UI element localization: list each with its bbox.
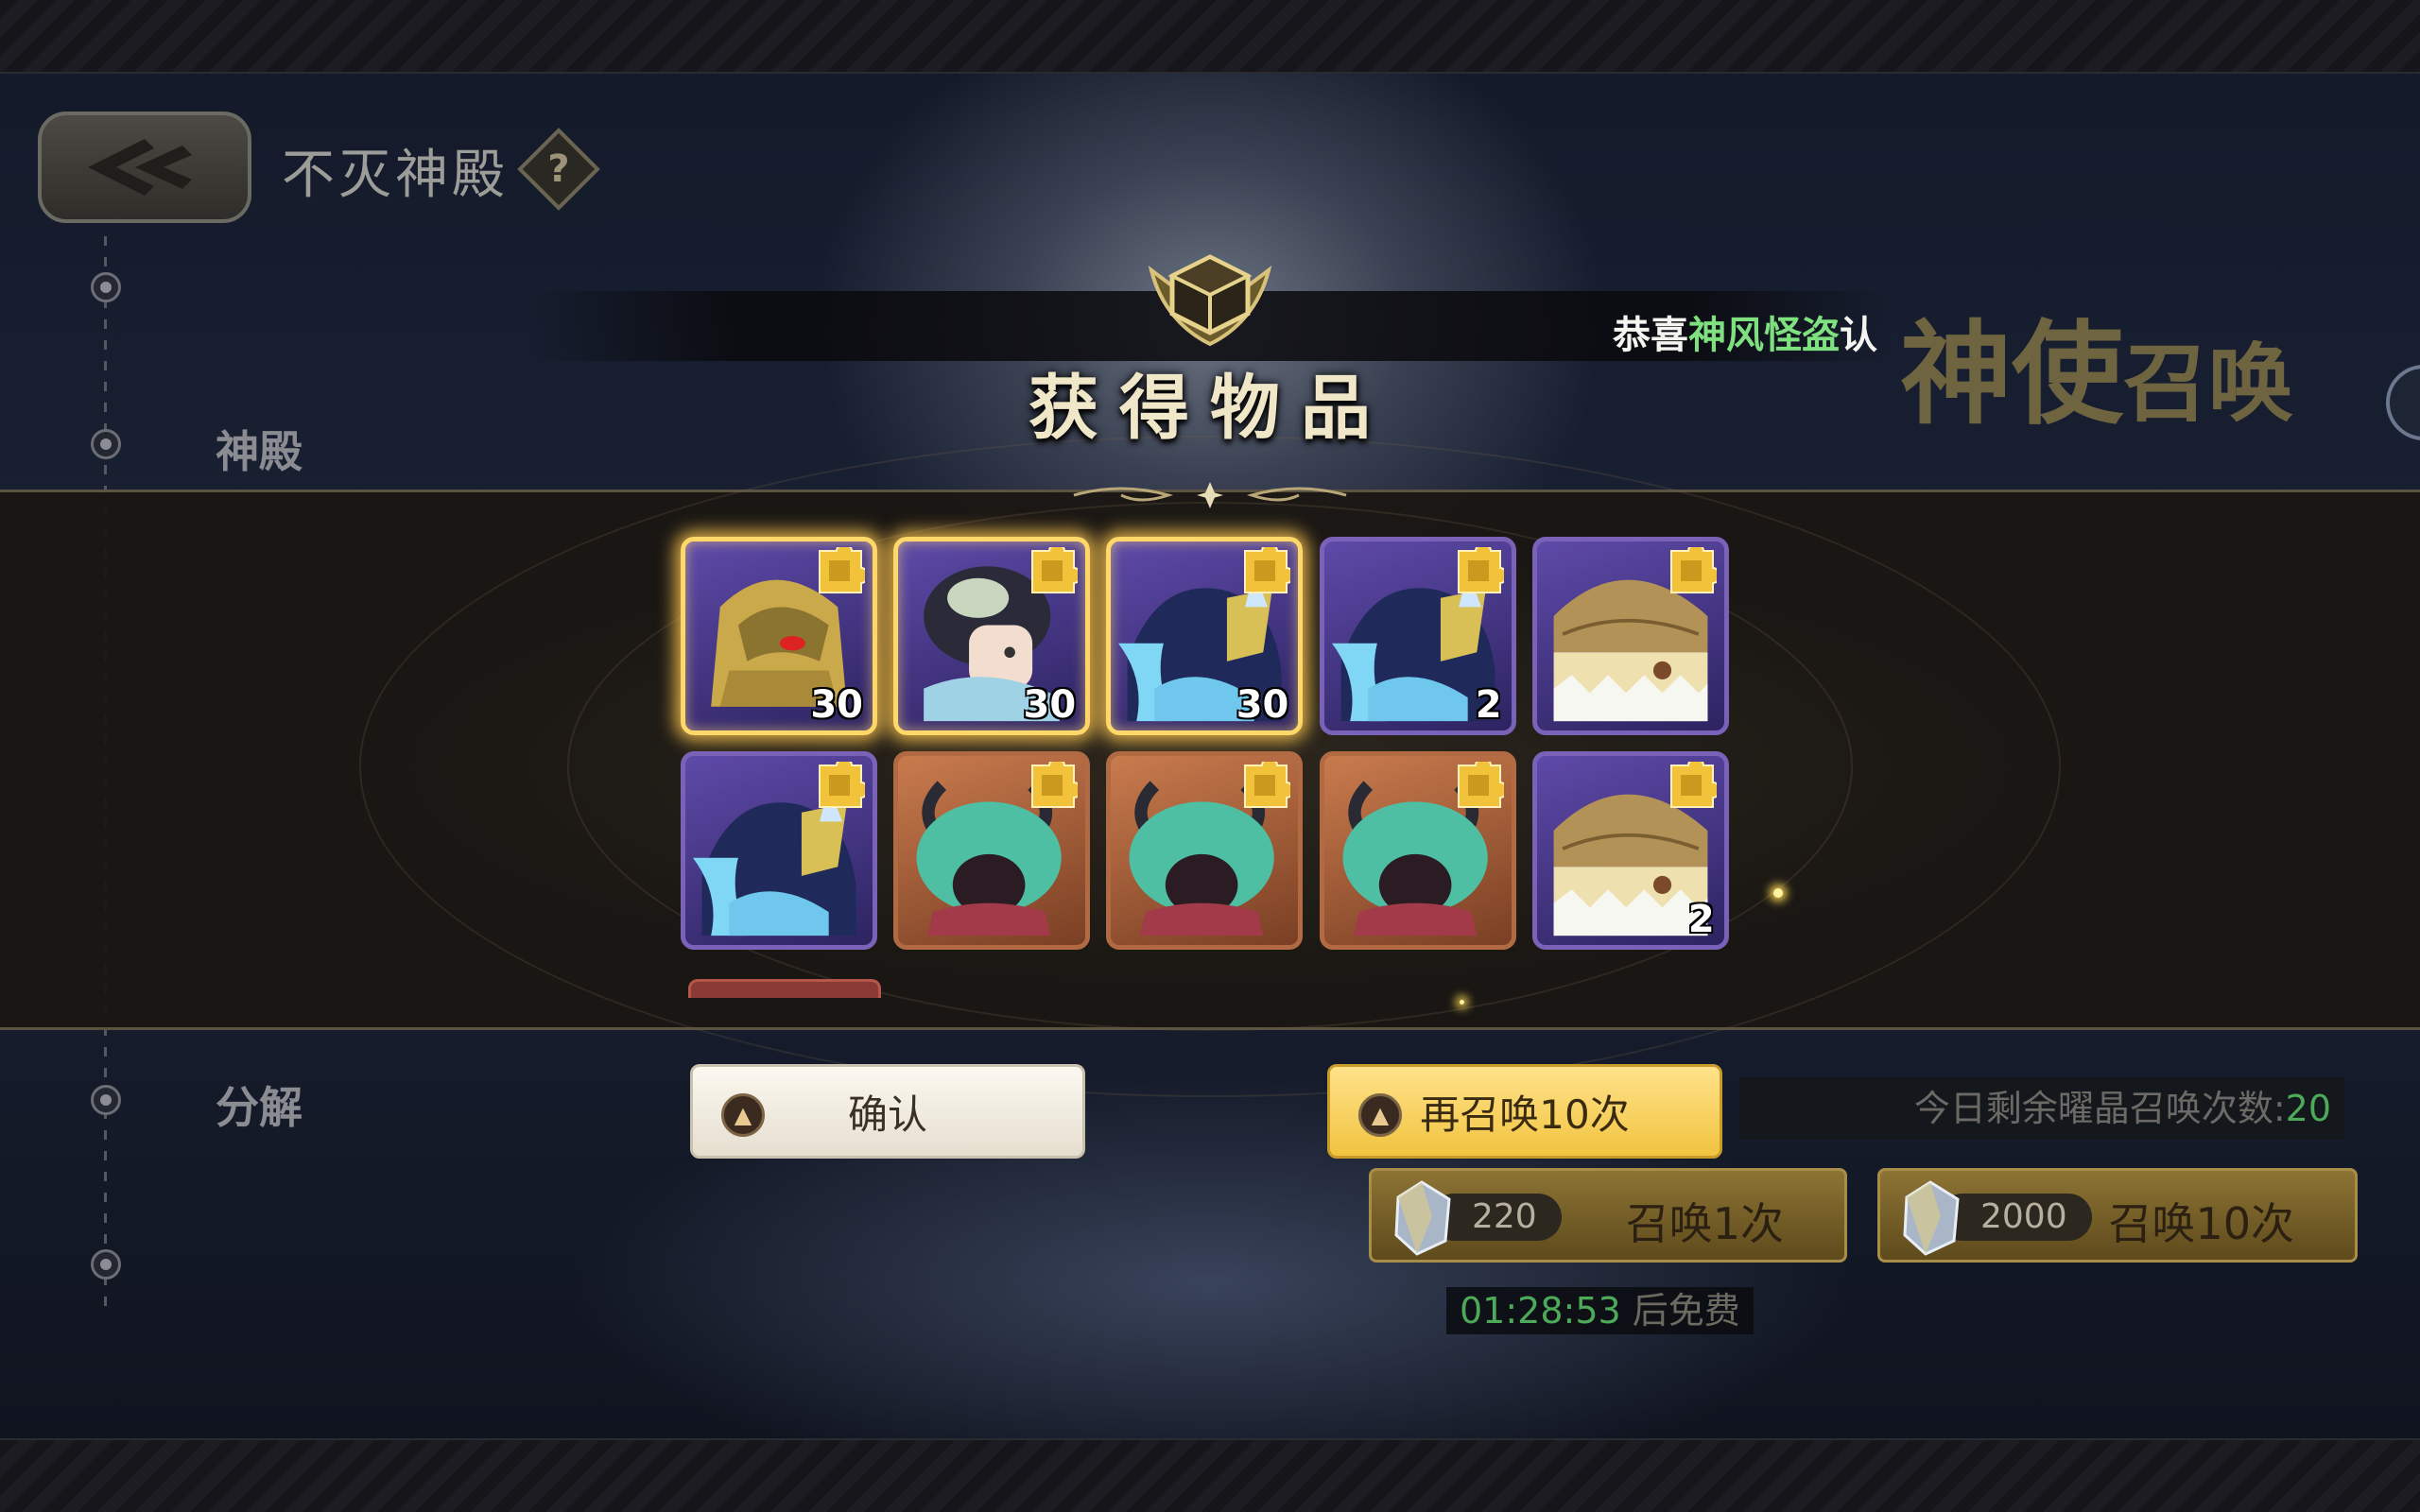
- reward-item-horned-teal-hair-girl[interactable]: [893, 751, 1091, 951]
- sidebar-node-icon[interactable]: [91, 1085, 121, 1115]
- partial-reward-item: [688, 979, 881, 998]
- reward-item-masked-blue-dragon[interactable]: 2: [1319, 537, 1516, 735]
- back-arrow-icon: [88, 139, 192, 196]
- announcement-ticker: 恭喜神风怪盗认: [1613, 314, 1877, 357]
- item-count: 30: [810, 683, 863, 727]
- controller-button-icon: ▲: [1358, 1093, 1402, 1137]
- reward-item-straw-hat-egg[interactable]: [1531, 537, 1729, 735]
- fragment-puzzle-icon: [1031, 762, 1079, 809]
- page-title: 不灭神殿: [282, 145, 509, 206]
- reward-dialog-title: 获得物品: [1028, 368, 1392, 449]
- item-count: 30: [1236, 683, 1289, 727]
- ornament-divider: [1073, 482, 1347, 508]
- sparkle-effect: [1460, 1000, 1464, 1005]
- fragment-puzzle-icon: [1031, 547, 1079, 593]
- reward-item-masked-blue-dragon[interactable]: [681, 751, 877, 951]
- item-count: 2: [1475, 683, 1502, 727]
- fragment-puzzle-icon: [819, 762, 865, 809]
- sidebar-node-icon: [91, 272, 121, 302]
- top-frame: [0, 0, 2420, 74]
- reward-item-masked-blue-dragon[interactable]: 30: [1106, 537, 1304, 735]
- item-count: 30: [1023, 683, 1077, 727]
- sidebar-item-decompose[interactable]: 分解: [216, 1074, 302, 1136]
- reward-item-straw-hat-egg[interactable]: 2: [1531, 751, 1729, 951]
- sidebar-node-icon[interactable]: [91, 429, 121, 459]
- fragment-puzzle-icon: [1669, 547, 1717, 593]
- free-summon-timer: 01:28:53 后免费: [1446, 1287, 1754, 1334]
- controller-button-icon: ▲: [721, 1093, 765, 1137]
- summon-section-title: 神使召唤: [1900, 308, 2294, 439]
- remaining-summons-label: 今日剩余曜晶召唤次数:20: [1739, 1077, 2344, 1140]
- reward-item-horned-teal-hair-girl[interactable]: [1319, 751, 1516, 951]
- reward-item-horned-teal-hair-girl[interactable]: [1106, 751, 1304, 951]
- summon-ten-button[interactable]: 2000 召唤10次: [1877, 1168, 2358, 1263]
- item-count: 2: [1687, 898, 1715, 942]
- fragment-puzzle-icon: [1457, 547, 1504, 593]
- sidebar-node-icon: [91, 1249, 121, 1280]
- bottom-frame: [0, 1438, 2420, 1512]
- reward-item-golden-armored-warrior[interactable]: 30: [681, 537, 877, 735]
- reward-emblem-icon: [1148, 254, 1272, 347]
- fragment-puzzle-icon: [1669, 762, 1717, 809]
- fragment-puzzle-icon: [1244, 762, 1291, 809]
- sparkle-effect: [1773, 888, 1783, 898]
- crystal-gem-icon: [1394, 1180, 1451, 1256]
- crystal-gem-icon: [1903, 1180, 1960, 1256]
- sidebar-item-temple[interactable]: 神殿: [216, 418, 302, 480]
- reward-item-dark-haired-lady[interactable]: 30: [893, 537, 1091, 735]
- fragment-puzzle-icon: [1457, 762, 1504, 809]
- fragment-puzzle-icon: [1244, 547, 1291, 593]
- summon-once-button[interactable]: 220 召唤1次: [1369, 1168, 1847, 1263]
- confirm-button[interactable]: ▲ 确认: [690, 1064, 1085, 1159]
- summon-again-button[interactable]: ▲ 再召唤10次: [1327, 1064, 1722, 1159]
- back-button[interactable]: [38, 112, 251, 223]
- fragment-puzzle-icon: [819, 547, 865, 593]
